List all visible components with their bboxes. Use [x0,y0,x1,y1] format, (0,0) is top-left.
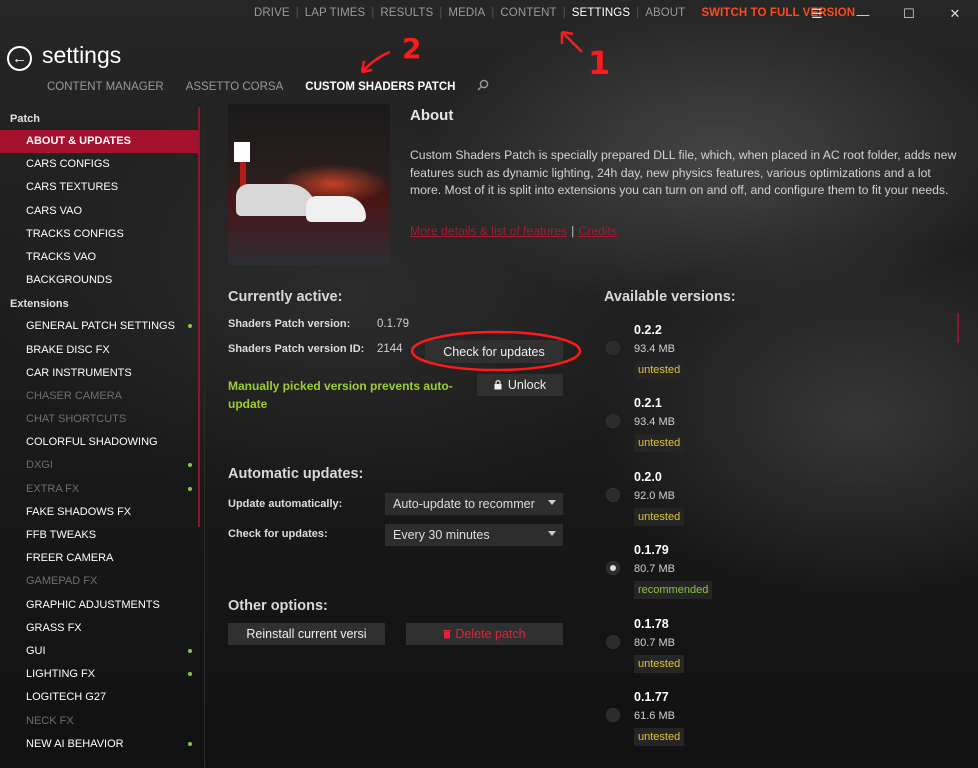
annotation-overlay [360,30,583,372]
annotation-arrow-2 [361,50,391,73]
annotation-circle [410,330,582,372]
annotation-number-1: 1 [588,44,611,82]
annotation-number-2: 2 [402,32,422,65]
